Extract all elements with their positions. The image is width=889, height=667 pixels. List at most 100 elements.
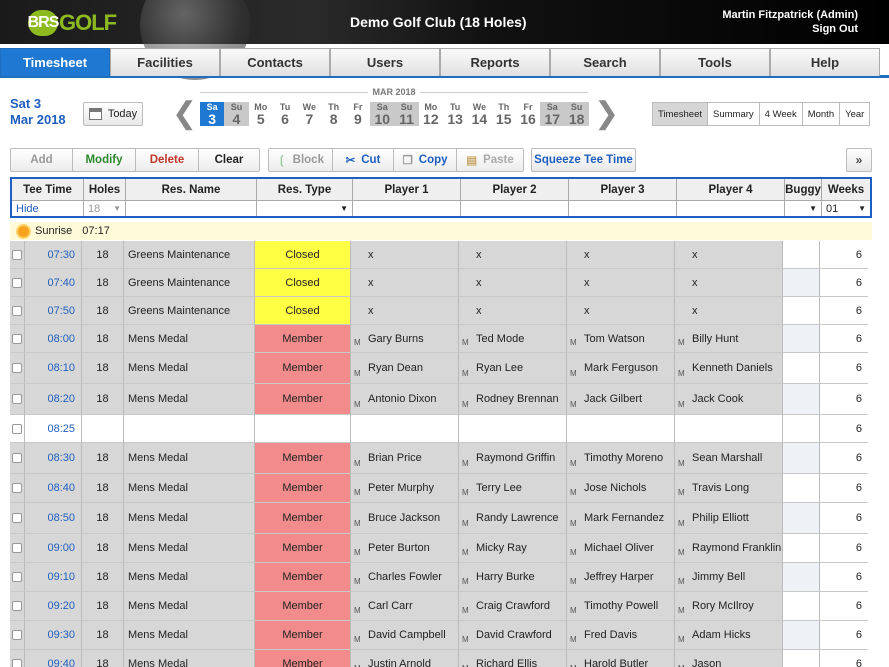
date-day-12[interactable]: Mo 12 xyxy=(419,102,443,127)
table-row[interactable]: 08:25 6 xyxy=(10,415,868,443)
view-year[interactable]: Year xyxy=(840,103,870,125)
player-2-filter[interactable] xyxy=(461,201,569,216)
player-2-cell[interactable]: x xyxy=(459,241,567,269)
view-month[interactable]: Month xyxy=(802,103,841,125)
row-checkbox-cell[interactable] xyxy=(10,503,25,534)
prev-dates-icon[interactable]: ❮ xyxy=(172,99,197,129)
buggy-cell[interactable] xyxy=(783,241,820,269)
row-checkbox-cell[interactable] xyxy=(10,592,25,621)
buggy-cell[interactable] xyxy=(783,297,820,325)
row-checkbox[interactable] xyxy=(12,659,22,667)
player-1-cell[interactable]: x xyxy=(351,269,459,297)
date-day-3[interactable]: Sa 3 xyxy=(200,102,225,127)
row-checkbox-cell[interactable] xyxy=(10,384,25,415)
date-day-9[interactable]: Fr 9 xyxy=(346,102,370,127)
player-1-cell[interactable]: M Antonio Dixon xyxy=(351,384,459,415)
tee-time-link[interactable]: 09:30 xyxy=(25,621,82,650)
row-checkbox-cell[interactable] xyxy=(10,353,25,384)
buggy-cell[interactable] xyxy=(783,353,820,384)
row-checkbox-cell[interactable] xyxy=(10,534,25,563)
table-row[interactable]: 08:30 18 Mens Medal Member M Brian Price M Raym… xyxy=(10,443,868,474)
player-2-cell[interactable]: M Craig Crawford xyxy=(459,592,567,621)
buggy-cell[interactable] xyxy=(783,474,820,503)
player-4-cell[interactable]: M Billy Hunt xyxy=(675,325,783,353)
player-1-cell[interactable]: M Carl Carr xyxy=(351,592,459,621)
date-day-13[interactable]: Tu 13 xyxy=(443,102,467,127)
player-2-cell[interactable]: M Ryan Lee xyxy=(459,353,567,384)
date-day-6[interactable]: Tu 6 xyxy=(273,102,297,127)
row-checkbox[interactable] xyxy=(12,305,22,316)
player-1-filter[interactable] xyxy=(353,201,461,216)
player-2-cell[interactable]: x xyxy=(459,269,567,297)
buggy-cell[interactable] xyxy=(783,563,820,592)
date-day-8[interactable]: Th 8 xyxy=(321,102,345,127)
player-2-cell[interactable]: M Harry Burke xyxy=(459,563,567,592)
tee-time-link[interactable]: 08:30 xyxy=(25,443,82,474)
row-checkbox-cell[interactable] xyxy=(10,474,25,503)
player-4-cell[interactable]: M Adam Hicks xyxy=(675,621,783,650)
player-3-cell[interactable]: x xyxy=(567,269,675,297)
player-4-filter[interactable] xyxy=(677,201,785,216)
row-checkbox-cell[interactable] xyxy=(10,325,25,353)
player-4-cell[interactable]: M Sean Marshall xyxy=(675,443,783,474)
row-checkbox[interactable] xyxy=(12,423,22,434)
view-summary[interactable]: Summary xyxy=(708,103,760,125)
col-player-1[interactable]: Player 1 xyxy=(353,179,461,201)
row-checkbox[interactable] xyxy=(12,572,22,582)
res-type-filter[interactable]: ▼ xyxy=(257,201,353,216)
collapse-icon[interactable]: » xyxy=(846,148,872,172)
clear-button[interactable]: Clear xyxy=(199,149,259,171)
hide-filter-link[interactable]: Hide xyxy=(12,201,84,216)
player-1-cell[interactable]: M Charles Fowler xyxy=(351,563,459,592)
row-checkbox[interactable] xyxy=(12,277,22,288)
col-weeks[interactable]: Weeks xyxy=(822,179,870,201)
col-player-2[interactable]: Player 2 xyxy=(461,179,569,201)
col-holes[interactable]: Holes xyxy=(84,179,126,201)
copy-button[interactable]: ❐ Copy xyxy=(394,149,457,171)
player-3-cell[interactable]: M Tom Watson xyxy=(567,325,675,353)
player-4-cell[interactable]: M Rory McIlroy xyxy=(675,592,783,621)
player-2-cell[interactable]: M David Crawford xyxy=(459,621,567,650)
row-checkbox-cell[interactable] xyxy=(10,241,25,269)
date-day-5[interactable]: Mo 5 xyxy=(249,102,273,127)
tee-time-link[interactable]: 07:40 xyxy=(25,269,82,297)
table-row[interactable]: 08:10 18 Mens Medal Member M Ryan Dean M Ryan L… xyxy=(10,353,868,384)
player-2-cell[interactable] xyxy=(459,415,567,443)
row-checkbox[interactable] xyxy=(12,543,22,553)
tab-contacts[interactable]: Contacts xyxy=(220,48,330,76)
res-name-filter[interactable] xyxy=(126,201,257,216)
col-buggy[interactable]: Buggy xyxy=(785,179,822,201)
view-timesheet[interactable]: Timesheet xyxy=(653,103,708,125)
player-1-cell[interactable]: x xyxy=(351,241,459,269)
add-button[interactable]: Add xyxy=(11,149,73,171)
player-1-cell[interactable]: M Gary Burns xyxy=(351,325,459,353)
player-3-cell[interactable]: M Jeffrey Harper xyxy=(567,563,675,592)
player-3-filter[interactable] xyxy=(569,201,677,216)
player-1-cell[interactable]: M Bruce Jackson xyxy=(351,503,459,534)
player-1-cell[interactable]: M Brian Price xyxy=(351,443,459,474)
player-1-cell[interactable]: M Peter Burton xyxy=(351,534,459,563)
player-4-cell[interactable]: x xyxy=(675,297,783,325)
player-2-cell[interactable]: M Micky Ray xyxy=(459,534,567,563)
tee-time-link[interactable]: 08:40 xyxy=(25,474,82,503)
tee-time-link[interactable]: 09:00 xyxy=(25,534,82,563)
player-4-cell[interactable]: M Philip Elliott xyxy=(675,503,783,534)
player-1-cell[interactable]: M Justin Arnold xyxy=(351,650,459,667)
brs-golf-logo[interactable]: BRS GOLF xyxy=(28,10,117,36)
buggy-cell[interactable] xyxy=(783,621,820,650)
view-4-week[interactable]: 4 Week xyxy=(759,103,803,125)
table-row[interactable]: 07:30 18 Greens Maintenance Closed x x x x 6 xyxy=(10,241,868,269)
tee-time-link[interactable]: 07:30 xyxy=(25,241,82,269)
tab-reports[interactable]: Reports xyxy=(440,48,550,76)
player-4-cell[interactable]: M Kenneth Daniels xyxy=(675,353,783,384)
player-2-cell[interactable]: M Richard Ellis xyxy=(459,650,567,667)
player-4-cell[interactable]: M Jack Cook xyxy=(675,384,783,415)
player-3-cell[interactable]: M Michael Oliver xyxy=(567,534,675,563)
player-3-cell[interactable] xyxy=(567,415,675,443)
player-3-cell[interactable]: M Harold Butler xyxy=(567,650,675,667)
date-day-4[interactable]: Su 4 xyxy=(224,102,249,127)
player-4-cell[interactable]: M Jimmy Bell xyxy=(675,563,783,592)
player-1-cell[interactable]: x xyxy=(351,297,459,325)
col-res-name[interactable]: Res. Name xyxy=(126,179,257,201)
row-checkbox-cell[interactable] xyxy=(10,650,25,667)
